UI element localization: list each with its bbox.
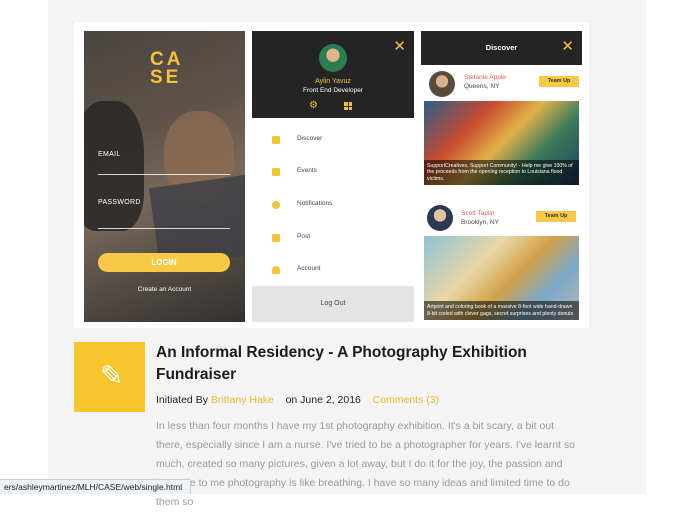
discover-screen-mockup: Discover ✕ Stefanie Apple Queens, NY Tea… [421, 31, 582, 322]
camera-icon [272, 234, 280, 242]
menu-item-events: Events [252, 163, 414, 183]
post-type-badge: ✎ [74, 342, 145, 412]
grid-icon [344, 102, 352, 110]
status-bar-url: ers/ashleymartinez/MLH/CASE/web/single.h… [0, 479, 192, 494]
initiated-by-label: Initiated By [156, 394, 208, 406]
close-icon: ✕ [393, 38, 406, 55]
password-field [98, 228, 230, 229]
user-name: Aylin Yavuz [315, 78, 351, 85]
avatar [429, 71, 455, 97]
menu-item-post: Post [252, 229, 414, 249]
email-label: EMAIL [98, 151, 121, 158]
create-account-link: Create an Account [137, 286, 192, 293]
calendar-icon [272, 168, 280, 176]
user-icon [272, 266, 280, 274]
user-role: Front End Developer [303, 87, 363, 94]
gear-icon: ⚙ [309, 100, 318, 111]
team-up-button: Team Up [539, 76, 579, 87]
discover-title: Discover [485, 43, 518, 52]
card-image: Artprint and coloring book of a massive … [424, 236, 579, 320]
card-location: Queens, NY [464, 83, 500, 90]
discover-icon [272, 136, 280, 144]
card-name: Scott Taplin [461, 210, 495, 217]
login-button: LOGIN [98, 253, 230, 272]
post-date: on June 2, 2016 [285, 394, 361, 406]
post-body: In less than four months I have my 1st p… [156, 420, 575, 508]
post-title: An Informal Residency - A Photography Ex… [156, 344, 527, 383]
avatar [427, 205, 453, 231]
menu-header: ✕ Aylin Yavuz Front End Developer ⚙ [252, 31, 414, 118]
close-icon: ✕ [561, 38, 574, 55]
post-meta: Initiated By Brittany Hake on June 2, 20… [156, 394, 439, 406]
menu-item-account: Account [252, 261, 414, 281]
card-caption: SupportCreatives, Support Community! - H… [424, 159, 579, 185]
bell-icon [272, 201, 280, 209]
card-caption: Artprint and coloring book of a massive … [424, 301, 579, 320]
logout-button: Log Out [252, 286, 414, 322]
menu-item-notifications: Notifications [252, 196, 414, 216]
menu-screen-mockup: ✕ Aylin Yavuz Front End Developer ⚙ Disc… [252, 31, 414, 322]
team-up-button: Team Up [536, 211, 576, 222]
email-field [98, 174, 230, 175]
case-logo: CA SE [150, 49, 184, 88]
pencil-icon: ✎ [100, 360, 124, 391]
author-link[interactable]: Brittany Hake [211, 394, 274, 406]
password-label: PASSWORD [98, 199, 141, 206]
discover-header: Discover ✕ [421, 31, 582, 65]
card-name: Stefanie Apple [464, 74, 506, 81]
menu-item-discover: Discover [252, 131, 414, 151]
login-screen-mockup: CA SE EMAIL PASSWORD LOGIN Create an Acc… [84, 31, 245, 322]
avatar [319, 44, 347, 72]
comments-link[interactable]: Comments (3) [373, 394, 440, 406]
card-location: Brooklyn, NY [461, 219, 499, 226]
card-image: SupportCreatives, Support Community! - H… [424, 101, 579, 185]
